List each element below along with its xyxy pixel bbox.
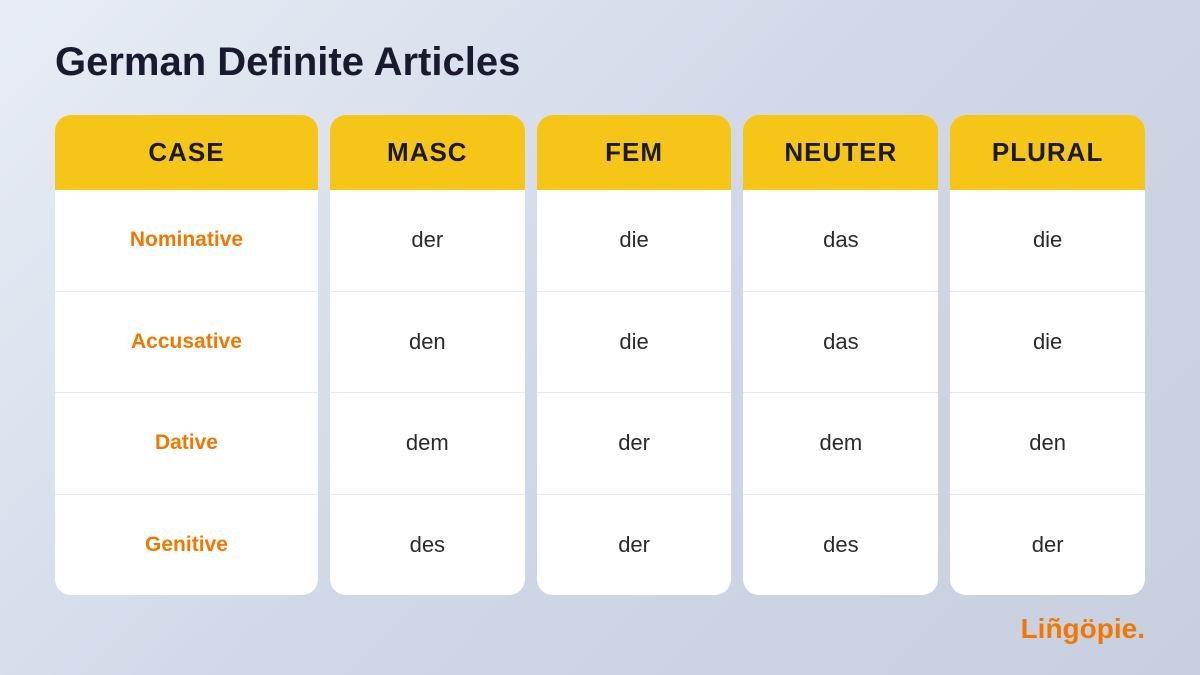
cell-case-0: Nominative <box>55 190 318 292</box>
col-plural: PLURALdiediedender <box>950 115 1145 595</box>
page-title: German Definite Articles <box>55 40 1145 85</box>
cell-masc-3: des <box>330 495 525 596</box>
col-header-masc: MASC <box>330 115 525 190</box>
articles-table: CASENominativeAccusativeDativeGenitiveMA… <box>55 115 1145 595</box>
col-fem: FEMdiediederder <box>537 115 732 595</box>
col-body-plural: diediedender <box>950 190 1145 595</box>
col-neuter: NEUTERdasdasdemdes <box>743 115 938 595</box>
col-header-plural: PLURAL <box>950 115 1145 190</box>
cell-fem-2: der <box>537 393 732 495</box>
col-masc: MASCderdendemdes <box>330 115 525 595</box>
footer: Liñgöpie. <box>55 613 1145 645</box>
cell-neuter-3: des <box>743 495 938 596</box>
cell-masc-1: den <box>330 292 525 394</box>
col-header-fem: FEM <box>537 115 732 190</box>
logo: Liñgöpie. <box>1021 613 1145 645</box>
cell-neuter-2: dem <box>743 393 938 495</box>
cell-neuter-1: das <box>743 292 938 394</box>
col-body-case: NominativeAccusativeDativeGenitive <box>55 190 318 595</box>
cell-plural-2: den <box>950 393 1145 495</box>
cell-fem-0: die <box>537 190 732 292</box>
col-header-case: CASE <box>55 115 318 190</box>
cell-plural-3: der <box>950 495 1145 596</box>
col-body-masc: derdendemdes <box>330 190 525 595</box>
col-header-neuter: NEUTER <box>743 115 938 190</box>
cell-case-1: Accusative <box>55 292 318 394</box>
col-body-fem: diediederder <box>537 190 732 595</box>
col-case: CASENominativeAccusativeDativeGenitive <box>55 115 318 595</box>
cell-neuter-0: das <box>743 190 938 292</box>
cell-plural-0: die <box>950 190 1145 292</box>
cell-fem-1: die <box>537 292 732 394</box>
cell-fem-3: der <box>537 495 732 596</box>
cell-masc-0: der <box>330 190 525 292</box>
cell-case-2: Dative <box>55 393 318 495</box>
cell-case-3: Genitive <box>55 495 318 596</box>
cell-masc-2: dem <box>330 393 525 495</box>
col-body-neuter: dasdasdemdes <box>743 190 938 595</box>
cell-plural-1: die <box>950 292 1145 394</box>
